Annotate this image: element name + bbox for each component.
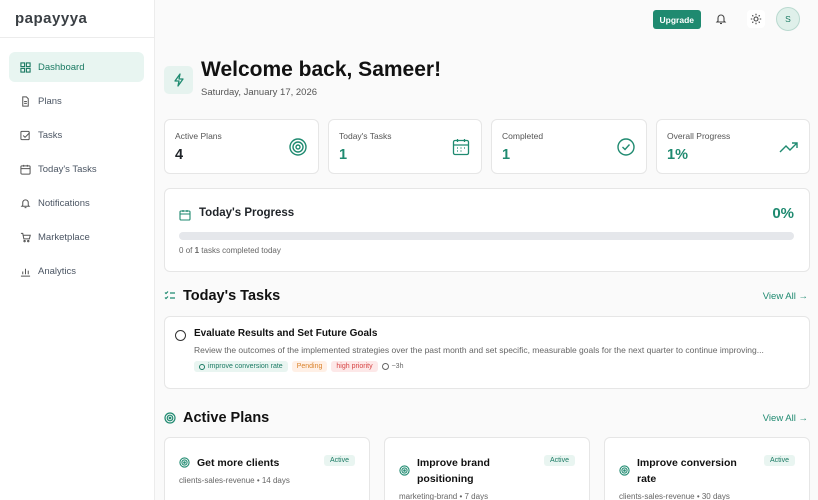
status-badge: Active: [543, 455, 575, 466]
topbar: Upgrade S: [155, 0, 818, 38]
task-title: Evaluate Results and Set Future Goals: [194, 328, 378, 339]
trending-up-icon: [779, 137, 799, 157]
plan-tag: improve conversion rate: [194, 361, 288, 372]
sidebar-item-label: Marketplace: [38, 231, 90, 243]
app-logo[interactable]: papayyya: [0, 0, 154, 38]
status-badge: Pending: [291, 361, 328, 372]
task-tags: improve conversion rate Pending high pri…: [194, 361, 403, 372]
sidebar-item-dashboard[interactable]: Dashboard: [9, 52, 144, 82]
sidebar: papayyya Dashboard Plans Tasks Today's T…: [0, 0, 155, 500]
bell-icon: [19, 197, 31, 209]
stat-label: Overall Progress: [667, 131, 731, 141]
target-icon: [164, 412, 176, 424]
task-description: Review the outcomes of the implemented s…: [194, 345, 764, 355]
target-icon: [179, 457, 190, 468]
active-plans-header: Active Plans: [164, 410, 269, 426]
calendar-icon: [19, 163, 31, 175]
list-check-icon: [164, 291, 175, 300]
sidebar-item-analytics[interactable]: Analytics: [9, 256, 144, 286]
plan-card[interactable]: Improve brand positioning Active marketi…: [384, 437, 590, 500]
progress-suffix: tasks completed today: [201, 246, 281, 255]
progress-title: Today's Progress: [199, 207, 295, 219]
progress-total: 1: [194, 246, 200, 255]
sidebar-item-label: Plans: [38, 95, 62, 107]
plan-card[interactable]: Get more clients Active clients-sales-re…: [164, 437, 370, 500]
grid-icon: [19, 61, 31, 73]
progress-of: of: [185, 246, 193, 255]
sidebar-item-label: Today's Tasks: [38, 163, 97, 175]
sidebar-nav: Dashboard Plans Tasks Today's Tasks Noti…: [0, 38, 154, 286]
avatar[interactable]: S: [776, 7, 800, 31]
sidebar-item-label: Notifications: [38, 197, 90, 209]
time-estimate: ~3h: [381, 363, 404, 370]
page-title: Welcome back, Sameer!: [201, 58, 442, 81]
bar-chart-icon: [19, 265, 31, 277]
target-icon: [399, 465, 410, 476]
stat-card-todays-tasks[interactable]: Today's Tasks 1: [328, 119, 482, 174]
sidebar-item-plans[interactable]: Plans: [9, 86, 144, 116]
plan-title: Get more clients: [197, 457, 280, 469]
upgrade-button[interactable]: Upgrade: [652, 10, 701, 29]
stat-label: Active Plans: [175, 131, 222, 141]
target-icon: [199, 363, 205, 370]
stat-value: 1: [339, 147, 348, 163]
stat-label: Today's Tasks: [339, 131, 392, 141]
cart-icon: [19, 231, 31, 243]
priority-badge: high priority: [331, 361, 378, 372]
sidebar-item-marketplace[interactable]: Marketplace: [9, 222, 144, 252]
plan-tag-label: improve conversion rate: [208, 363, 283, 370]
section-title: Active Plans: [183, 410, 270, 426]
sidebar-item-tasks[interactable]: Tasks: [9, 120, 144, 150]
lightning-icon: [164, 66, 193, 94]
plan-meta: marketing-brand • 7 days: [399, 492, 489, 500]
target-icon: [288, 137, 308, 157]
theme-toggle-sun-icon[interactable]: [747, 10, 765, 28]
sidebar-item-label: Analytics: [38, 265, 77, 277]
sidebar-item-label: Dashboard: [38, 61, 85, 73]
plan-title: Improve conversion rate: [637, 457, 737, 485]
document-icon: [19, 95, 31, 107]
active-plans-view-all-link[interactable]: View All →: [763, 413, 808, 424]
plan-card[interactable]: Improve conversion rate Active clients-s…: [604, 437, 810, 500]
stat-value: 1%: [667, 147, 688, 163]
todays-progress-card: Today's Progress 0% 0 of 1 tasks complet…: [164, 188, 810, 272]
stat-card-active-plans[interactable]: Active Plans 4: [164, 119, 319, 174]
calendar-icon: [179, 208, 191, 221]
status-badge: Active: [323, 455, 355, 466]
section-title: Today's Tasks: [183, 288, 281, 304]
todays-tasks-header: Today's Tasks: [164, 288, 280, 304]
plan-meta: clients-sales-revenue • 30 days: [619, 492, 730, 500]
task-checkbox[interactable]: [175, 330, 186, 341]
progress-percent: 0%: [772, 205, 794, 222]
check-circle-icon: [616, 137, 636, 157]
stat-card-completed[interactable]: Completed 1: [491, 119, 647, 174]
plan-title: Improve brand positioning: [417, 457, 490, 485]
clock-icon: [381, 363, 389, 370]
stat-value: 4: [175, 147, 184, 163]
stat-label: Completed: [502, 131, 544, 141]
todays-tasks-view-all-link[interactable]: View All →: [763, 291, 808, 302]
progress-count: 0: [179, 246, 184, 255]
check-square-icon: [19, 129, 31, 141]
time-estimate-label: ~3h: [391, 363, 404, 370]
plan-meta: clients-sales-revenue • 14 days: [179, 476, 290, 485]
bell-icon[interactable]: [712, 10, 730, 28]
progress-bar: [179, 232, 794, 240]
stat-card-overall-progress[interactable]: Overall Progress 1%: [656, 119, 810, 174]
status-badge: Active: [763, 455, 795, 466]
task-card[interactable]: Evaluate Results and Set Future Goals Re…: [164, 316, 810, 389]
calendar-icon: [451, 137, 471, 157]
sidebar-item-todays-tasks[interactable]: Today's Tasks: [9, 154, 144, 184]
page-date: Saturday, January 17, 2026: [201, 87, 318, 98]
stat-value: 1: [502, 147, 511, 163]
target-icon: [619, 465, 630, 476]
sidebar-item-notifications[interactable]: Notifications: [9, 188, 144, 218]
sidebar-item-label: Tasks: [38, 129, 63, 141]
progress-subtext: 0 of 1 tasks completed today: [179, 246, 281, 255]
